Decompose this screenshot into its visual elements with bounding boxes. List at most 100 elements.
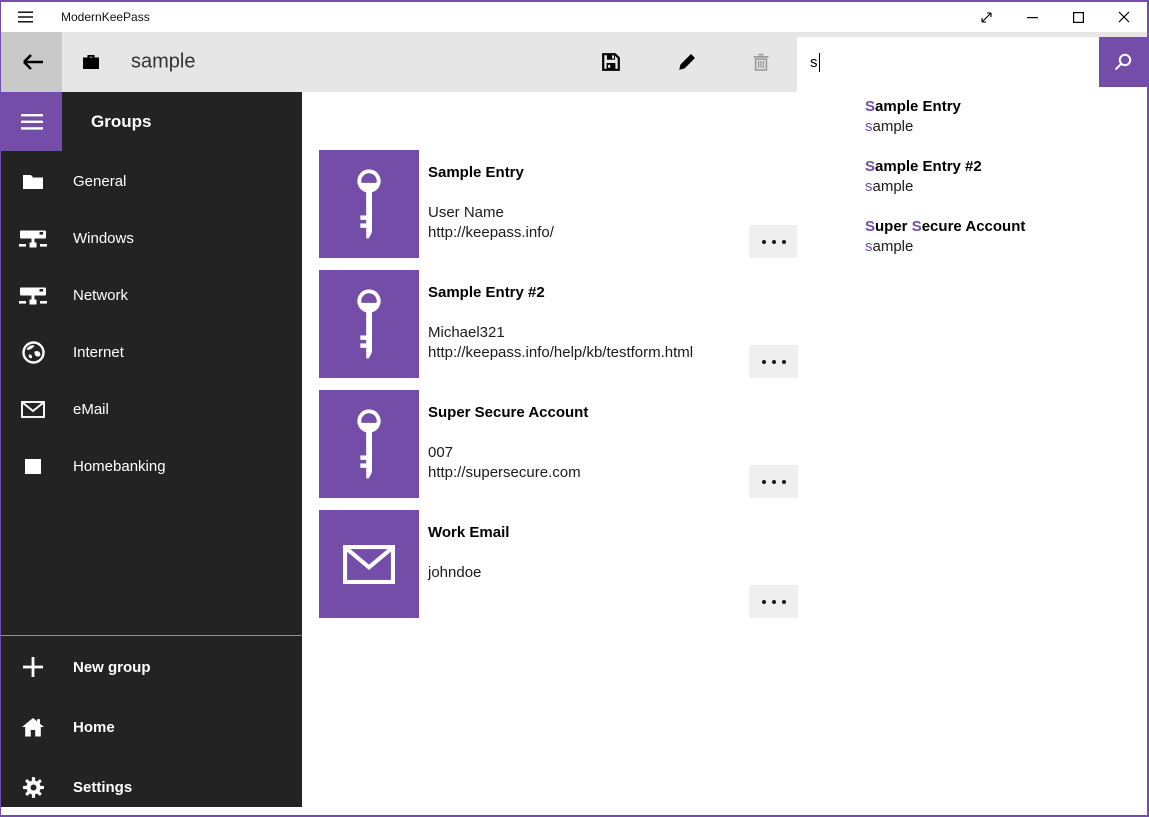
minimize-button[interactable] (1009, 2, 1055, 32)
sidebar-item-email[interactable]: eMail (1, 381, 302, 438)
search-icon (1114, 53, 1132, 71)
entry-more-button[interactable] (749, 465, 798, 498)
entry-username: 007 (428, 443, 588, 463)
sidebar-item-label: Windows (73, 230, 134, 247)
sidebar: Groups General Wi (1, 92, 302, 807)
filled-square-icon (18, 459, 48, 474)
dot (772, 600, 776, 604)
entry-username: Michael321 (428, 323, 693, 343)
settings-button[interactable]: Settings (1, 757, 302, 817)
entry-title: Work Email (428, 523, 509, 542)
suggestion-subtitle: sample (865, 177, 1147, 197)
entry-title: Sample Entry #2 (428, 283, 693, 302)
delete-button[interactable] (736, 32, 786, 92)
suggestion-title: Sample Entry (865, 97, 1147, 117)
groups-header: Groups (91, 92, 151, 151)
text-caret (819, 53, 820, 72)
entry-url: http://supersecure.com (428, 463, 588, 483)
entry-tile (319, 270, 419, 378)
sidebar-item-network[interactable]: Network (1, 267, 302, 324)
dot (762, 480, 766, 484)
search-box: s (797, 37, 1147, 87)
suggestion-title: Super Secure Account (865, 217, 1147, 237)
database-name: sample (131, 51, 195, 74)
entry-details: 007 http://supersecure.com (428, 443, 588, 483)
mail-icon (343, 545, 395, 584)
dot (782, 360, 786, 364)
entry-tile (319, 510, 419, 618)
dot (762, 600, 766, 604)
search-button[interactable] (1099, 37, 1147, 87)
sidebar-item-label: Network (73, 287, 128, 304)
entry-details: johndoe (428, 563, 509, 583)
save-icon (602, 53, 620, 71)
key-icon (354, 167, 384, 241)
key-icon (354, 407, 384, 481)
edit-button[interactable] (662, 32, 712, 92)
entry-url: http://keepass.info/help/kb/testform.htm… (428, 343, 693, 363)
home-icon (18, 718, 48, 737)
search-suggestion[interactable]: Sample Entry #2 sample (865, 157, 1147, 197)
dot (772, 240, 776, 244)
entry-title: Super Secure Account (428, 403, 588, 422)
close-button[interactable] (1101, 2, 1147, 32)
search-input[interactable]: s (797, 37, 1099, 87)
entry-row[interactable]: Sample Entry User Name http://keepass.in… (319, 150, 879, 258)
edit-pencil-icon (678, 53, 696, 71)
sidebar-item-label: Homebanking (73, 458, 166, 475)
dot (782, 240, 786, 244)
sidebar-item-internet[interactable]: Internet (1, 324, 302, 381)
back-button[interactable] (1, 32, 62, 92)
titlebar-hamburger-icon[interactable] (1, 2, 49, 32)
new-group-button[interactable]: New group (1, 637, 302, 697)
entry-row[interactable]: Super Secure Account 007 http://supersec… (319, 390, 879, 498)
dot (782, 600, 786, 604)
entry-more-button[interactable] (749, 345, 798, 378)
entry-more-button[interactable] (749, 585, 798, 618)
network-computer-icon (18, 230, 48, 248)
titlebar: ModernKeePass (1, 2, 1147, 32)
sidebar-divider (1, 635, 302, 636)
suggestion-title: Sample Entry #2 (865, 157, 1147, 177)
back-arrow-icon (20, 53, 44, 71)
sidebar-item-label: Settings (73, 779, 132, 796)
entry-title: Sample Entry (428, 163, 554, 182)
sidebar-hamburger-button[interactable] (1, 92, 62, 151)
fullscreen-button[interactable] (963, 2, 1009, 32)
search-suggestion[interactable]: Super Secure Account sample (865, 217, 1147, 257)
suggestion-subtitle: sample (865, 237, 1147, 257)
save-button[interactable] (586, 32, 636, 92)
entry-text: Work Email johndoe (428, 510, 509, 618)
entry-username: User Name (428, 203, 554, 223)
app-window: ModernKeePass (0, 0, 1149, 817)
entry-row[interactable]: Work Email johndoe (319, 510, 879, 618)
dot (772, 480, 776, 484)
window-controls (963, 2, 1147, 32)
sidebar-item-general[interactable]: General (1, 153, 302, 210)
entry-url: http://keepass.info/ (428, 223, 554, 243)
entry-tile (319, 150, 419, 258)
entry-username: johndoe (428, 563, 509, 583)
dot (782, 480, 786, 484)
app-title: ModernKeePass (61, 10, 150, 24)
search-suggestions-dropdown: Sample Entry sample Sample Entry #2 samp… (797, 87, 1147, 295)
entry-text: Sample Entry User Name http://keepass.in… (428, 150, 554, 258)
search-suggestion[interactable]: Sample Entry sample (865, 97, 1147, 137)
dot (772, 360, 776, 364)
maximize-button[interactable] (1055, 2, 1101, 32)
entry-text: Sample Entry #2 Michael321 http://keepas… (428, 270, 693, 378)
entry-more-button[interactable] (749, 225, 798, 258)
search-input-value: s (810, 54, 818, 71)
entry-row[interactable]: Sample Entry #2 Michael321 http://keepas… (319, 270, 879, 378)
entry-tile (319, 390, 419, 498)
key-icon (354, 287, 384, 361)
delete-trash-icon (753, 53, 769, 71)
sidebar-item-windows[interactable]: Windows (1, 210, 302, 267)
sidebar-item-homebanking[interactable]: Homebanking (1, 438, 302, 495)
sidebar-item-label: General (73, 173, 126, 190)
gear-icon (18, 777, 48, 798)
home-button[interactable]: Home (1, 697, 302, 757)
entry-details: User Name http://keepass.info/ (428, 203, 554, 243)
dot (762, 240, 766, 244)
appbar: sample s (1, 32, 1147, 92)
